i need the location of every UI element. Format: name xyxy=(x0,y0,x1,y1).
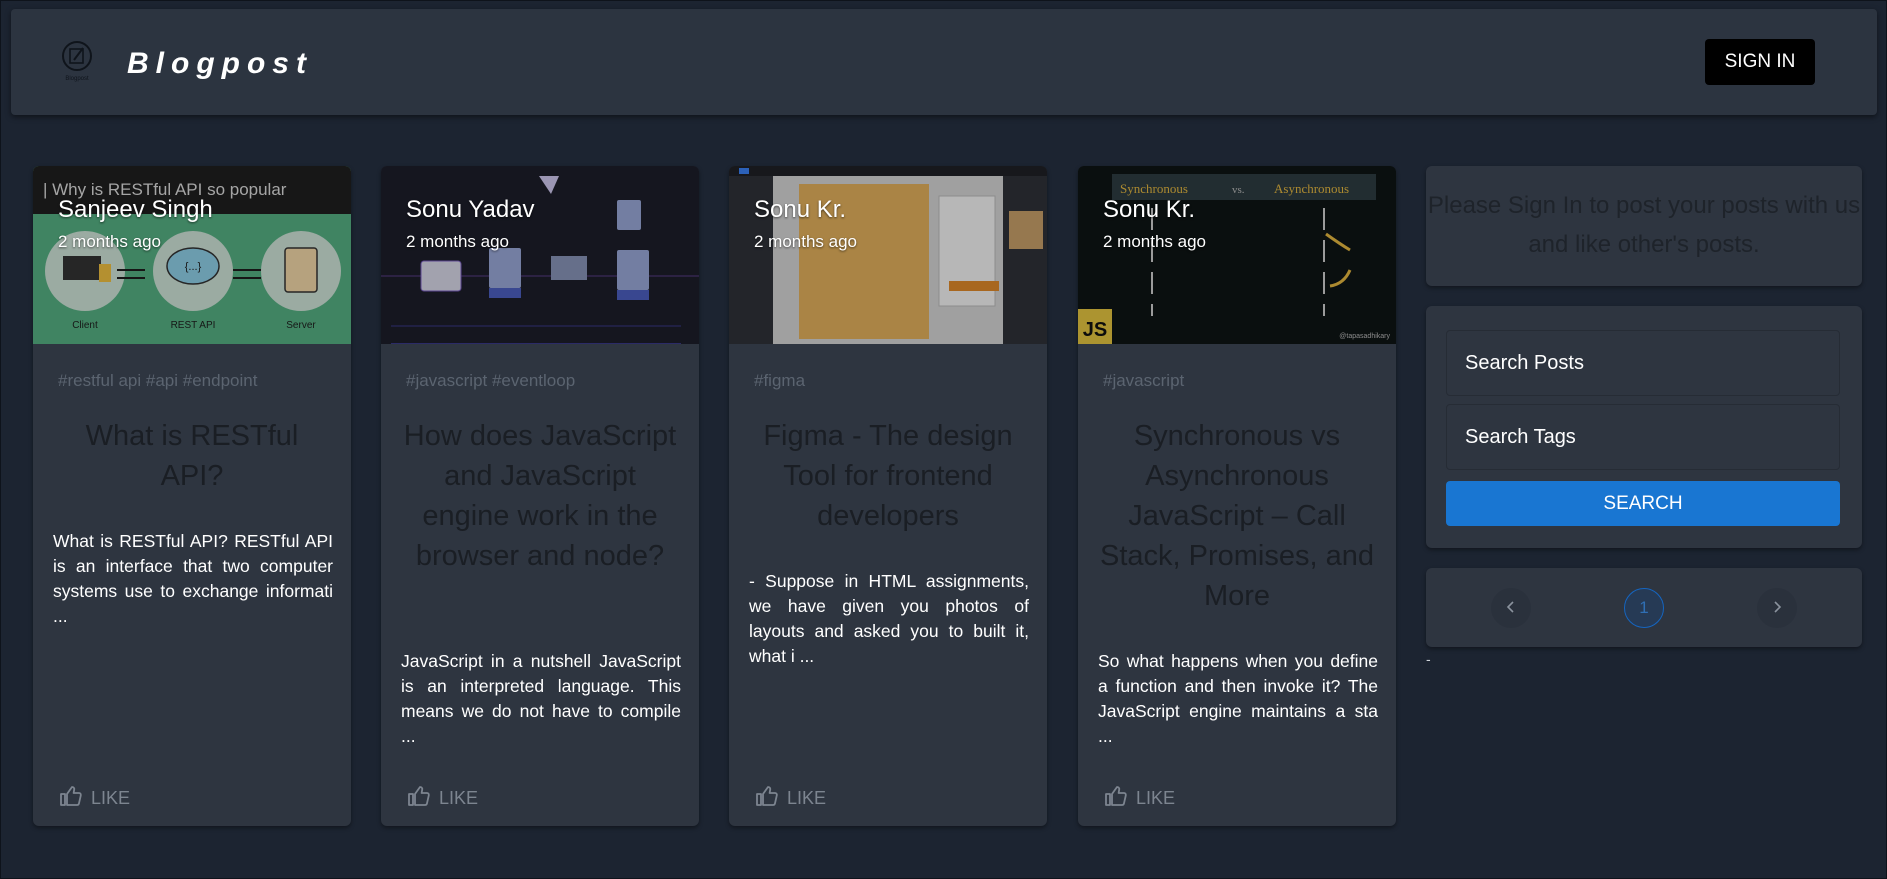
like-button[interactable]: LIKE xyxy=(407,783,478,813)
like-label: LIKE xyxy=(1136,787,1176,808)
post-excerpt: - Suppose in HTML assignments, we have g… xyxy=(749,571,1029,666)
sign-in-button[interactable]: SIGN IN xyxy=(1705,39,1815,85)
post-card: Sonu Yadav 2 months ago #javascript #eve… xyxy=(381,166,699,826)
like-button[interactable]: LIKE xyxy=(755,783,826,813)
post-card: Sonu Kr. 2 months ago #figma Figma - The… xyxy=(729,166,1047,826)
post-title[interactable]: What is RESTful API? xyxy=(51,416,333,496)
search-panel: SEARCH xyxy=(1426,306,1862,548)
brand-title[interactable]: Blogpost xyxy=(127,47,313,81)
signin-message: Please Sign In to post your posts with u… xyxy=(1427,192,1861,258)
post-time: 2 months ago xyxy=(58,232,162,251)
post-time: 2 months ago xyxy=(1103,232,1207,251)
like-button[interactable]: LIKE xyxy=(1104,783,1175,813)
post-time: 2 months ago xyxy=(406,232,510,251)
image-overlay xyxy=(1078,166,1396,344)
footer-dash: - xyxy=(1426,651,1431,667)
chevron-right-icon xyxy=(1769,595,1785,621)
post-tags[interactable]: #javascript xyxy=(1103,371,1184,391)
post-title[interactable]: Synchronous vs Asynchronous JavaScript –… xyxy=(1096,416,1378,616)
chevron-left-icon xyxy=(1503,595,1519,621)
previous-page-button[interactable] xyxy=(1491,588,1531,628)
post-card: Synchronous vs. Asynchronous JS @tapasad… xyxy=(1078,166,1396,826)
search-tags-input[interactable] xyxy=(1446,404,1840,470)
post-image[interactable]: Sonu Yadav 2 months ago xyxy=(381,166,699,344)
thumb-up-icon xyxy=(59,784,83,813)
post-image[interactable]: | Why is RESTful API so popular {...} Cl… xyxy=(33,166,351,344)
post-title[interactable]: How does JavaScript and JavaScript engin… xyxy=(399,416,681,576)
post-image[interactable]: Sonu Kr. 2 months ago xyxy=(729,166,1047,344)
app-bar: Blogpost Blogpost SIGN IN xyxy=(11,9,1877,115)
search-button[interactable]: SEARCH xyxy=(1446,481,1840,526)
next-page-button[interactable] xyxy=(1757,588,1797,628)
post-author: Sonu Kr. xyxy=(754,196,847,223)
pagination-panel: 1 xyxy=(1426,568,1862,647)
post-author: Sonu Kr. xyxy=(1103,196,1196,223)
like-label: LIKE xyxy=(439,787,479,808)
image-overlay xyxy=(729,166,1047,344)
post-card: | Why is RESTful API so popular {...} Cl… xyxy=(33,166,351,826)
like-label: LIKE xyxy=(787,787,827,808)
like-label: LIKE xyxy=(91,787,131,808)
thumb-up-icon xyxy=(755,784,779,813)
post-time: 2 months ago xyxy=(754,232,858,251)
post-excerpt: What is RESTful API? RESTful API is an i… xyxy=(53,531,333,626)
thumb-up-icon xyxy=(1104,784,1128,813)
blogpost-logo-icon[interactable]: Blogpost xyxy=(59,40,95,82)
post-author: Sonu Yadav xyxy=(406,196,535,223)
post-tags[interactable]: #figma xyxy=(754,371,805,391)
like-button[interactable]: LIKE xyxy=(59,783,130,813)
logo-caption: Blogpost xyxy=(65,76,89,82)
signin-message-panel: Please Sign In to post your posts with u… xyxy=(1426,166,1862,286)
post-tags[interactable]: #restful api #api #endpoint xyxy=(58,371,257,391)
image-overlay xyxy=(33,166,351,344)
page-1-button[interactable]: 1 xyxy=(1624,588,1664,628)
post-author: Sanjeev Singh xyxy=(58,196,213,223)
search-posts-input[interactable] xyxy=(1446,330,1840,396)
image-overlay xyxy=(381,166,699,344)
post-image[interactable]: Synchronous vs. Asynchronous JS @tapasad… xyxy=(1078,166,1396,344)
post-excerpt: JavaScript in a nutshell JavaScript is a… xyxy=(401,651,681,746)
post-tags[interactable]: #javascript #eventloop xyxy=(406,371,575,391)
thumb-up-icon xyxy=(407,784,431,813)
post-excerpt: So what happens when you define a functi… xyxy=(1098,651,1378,746)
post-title[interactable]: Figma - The design Tool for frontend dev… xyxy=(747,416,1029,536)
